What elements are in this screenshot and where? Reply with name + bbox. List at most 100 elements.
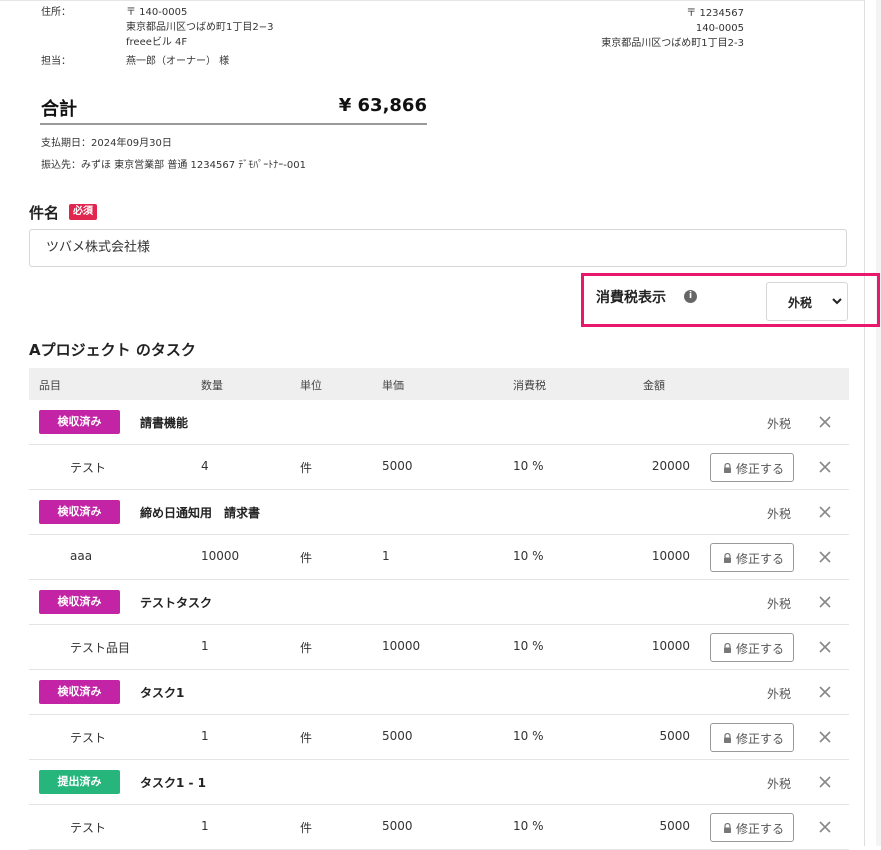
item-price: 5000 [382,819,413,833]
edit-item-label: 修正する [736,822,785,836]
lock-icon [724,733,731,743]
tax-display-label: 消費税表示 [596,290,666,306]
bank-info: 振込先：みずほ 東京営業部 普通 1234567 ﾃﾞﾓﾊﾟｰﾄﾅｰ-001 [41,160,306,171]
task-name: 締め日通知用 請求書 [140,506,261,520]
status-badge: 検収済み [39,410,120,434]
total-label: 合計 [41,99,77,120]
item-row: テスト 1 件 5000 10 % 5000 修正する [29,715,849,760]
recipient-line: 〒 1234567 [686,8,744,19]
item-price: 1 [382,549,390,563]
status-badge: 検収済み [39,680,120,704]
item-name: テスト [70,461,107,475]
item-amount: 5000 [659,729,690,743]
task-name: タスク1 [140,686,185,700]
lock-icon [724,553,731,563]
edit-item-button[interactable]: 修正する [710,453,794,482]
delete-item-icon[interactable] [817,729,833,745]
tax-display-select[interactable]: 外税 [766,282,848,321]
task-tax-mode: 外税 [767,687,792,701]
delete-task-icon[interactable] [817,414,833,430]
item-name: テスト [70,821,107,835]
item-row: テスト 4 件 5000 10 % 20000 修正する [29,445,849,490]
item-amount: 10000 [651,549,690,563]
address-line: 〒 140-0005 [126,7,188,18]
lock-icon [724,823,731,833]
edit-item-button[interactable]: 修正する [710,543,794,572]
delete-item-icon[interactable] [817,639,833,655]
info-icon[interactable]: i [684,290,697,303]
edit-item-button[interactable]: 修正する [710,813,794,842]
edit-item-label: 修正する [736,642,785,656]
table-header: 品目 数量 単位 単価 消費税 金額 [29,368,849,400]
status-badge: 検収済み [39,590,120,614]
item-unit: 件 [300,461,313,475]
item-price: 5000 [382,729,413,743]
item-qty: 1 [201,819,209,833]
task-tax-mode: 外税 [767,777,792,791]
subject-input[interactable]: ツバメ株式会社様 [29,229,847,267]
item-unit: 件 [300,731,313,745]
address-line: freeeビル 4F [126,37,188,48]
item-qty: 1 [201,639,209,653]
column-header-qty: 数量 [201,379,223,392]
task-row: 提出済み タスク1 - 1 外税 [29,760,849,805]
item-amount: 10000 [651,639,690,653]
edit-item-button[interactable]: 修正する [710,723,794,752]
status-badge: 提出済み [39,770,120,794]
item-name: テスト品目 [70,641,131,655]
task-name: テストタスク [140,596,213,610]
task-tax-mode: 外税 [767,507,792,521]
scrollbar-track[interactable] [876,0,881,846]
item-tax: 10 % [513,729,544,743]
delete-task-icon[interactable] [817,594,833,610]
column-header-amount: 金額 [643,379,665,392]
column-header-price: 単価 [382,379,404,392]
column-header-unit: 単位 [300,379,322,392]
item-name: テスト [70,731,107,745]
task-row: 検収済み 請書機能 外税 [29,400,849,445]
edit-item-label: 修正する [736,462,785,476]
delete-task-icon[interactable] [817,774,833,790]
task-tax-mode: 外税 [767,597,792,611]
item-name: aaa [70,549,93,563]
chevron-down-icon [832,298,842,305]
section-title: Aプロジェクト のタスク [29,341,196,359]
item-unit: 件 [300,551,313,565]
delete-item-icon[interactable] [817,549,833,565]
recipient-line: 東京都品川区つばめ町1丁目2-3 [601,38,744,49]
tax-display-selected: 外税 [788,296,813,310]
item-tax: 10 % [513,459,544,473]
delete-task-icon[interactable] [817,504,833,520]
panel-border [864,0,865,846]
delete-item-icon[interactable] [817,819,833,835]
column-header-item: 品目 [39,379,61,392]
edit-item-label: 修正する [736,552,785,566]
edit-item-button[interactable]: 修正する [710,633,794,662]
item-unit: 件 [300,821,313,835]
recipient-line: 140-0005 [695,23,744,34]
item-qty: 10000 [201,549,240,563]
task-name: タスク1 - 1 [140,776,207,790]
edit-item-label: 修正する [736,732,785,746]
column-header-tax: 消費税 [513,379,546,392]
total-value: ¥ 63,866 [338,95,427,116]
item-row: aaa 10000 件 1 10 % 10000 修正する [29,535,849,580]
item-unit: 件 [300,641,313,655]
item-row: テスト 1 件 5000 10 % 5000 修正する [29,805,849,850]
task-tax-mode: 外税 [767,417,792,431]
total-underline [40,123,427,125]
delete-task-icon[interactable] [817,684,833,700]
contact-label: 担当： [41,56,71,67]
subject-label: 件名 [29,204,60,222]
lock-icon [724,463,731,473]
item-price: 5000 [382,459,413,473]
task-row: 検収済み タスク1 外税 [29,670,849,715]
due-date: 支払期日：2024年09月30日 [41,138,172,149]
contact-value: 燕一郎（オーナー） 様 [126,56,230,67]
item-amount: 20000 [651,459,690,473]
task-row: 検収済み テストタスク 外税 [29,580,849,625]
item-tax: 10 % [513,549,544,563]
required-badge: 必須 [69,204,97,220]
delete-item-icon[interactable] [817,459,833,475]
status-badge: 検収済み [39,500,120,524]
